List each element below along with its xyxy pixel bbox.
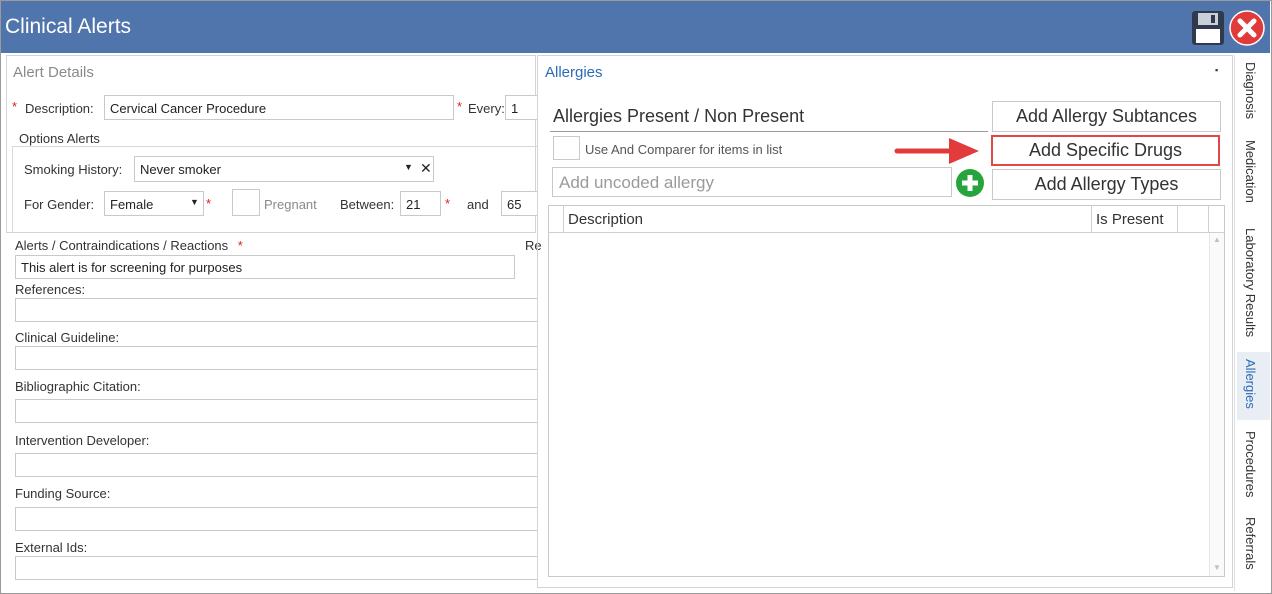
tab-procedures[interactable]: Procedures (1243, 431, 1258, 497)
funding-source-input[interactable] (15, 507, 537, 531)
age-to-input[interactable]: 65 (501, 191, 537, 216)
age-to-value: 65 (507, 197, 522, 212)
required-mark: * (457, 99, 463, 114)
funding-source-label: Funding Source: (15, 486, 111, 501)
divider (550, 131, 988, 132)
smoking-history-value: Never smoker (140, 162, 221, 177)
allergies-grid[interactable] (548, 205, 1225, 577)
required-mark: * (237, 238, 243, 253)
pregnant-checkbox[interactable] (232, 189, 260, 216)
contraindications-text: Alerts / Contraindications / Reactions (15, 238, 229, 253)
every-value: 1 (511, 101, 519, 116)
references-input[interactable] (15, 298, 537, 322)
tab-laboratory-results[interactable]: Laboratory Results (1243, 228, 1258, 337)
column-header-is-present[interactable]: Is Present (1096, 211, 1164, 228)
contraindications-label: Alerts / Contraindications / Reactions * (15, 238, 243, 253)
arrow-annotation-icon (893, 136, 983, 166)
gender-select[interactable]: Female ▼ (104, 191, 204, 216)
smoking-history-label: Smoking History: (24, 162, 123, 177)
comparer-label: Use And Comparer for items in list (585, 142, 783, 157)
caret-down-icon[interactable]: ▼ (404, 162, 413, 172)
grid-divider (563, 206, 564, 233)
smoking-history-select[interactable]: Never smoker ▼ ✕ (134, 156, 434, 182)
tab-referrals[interactable]: Referrals (1243, 517, 1258, 570)
required-mark: * (12, 99, 18, 114)
required-mark: * (445, 196, 451, 211)
grid-scrollbar[interactable]: ▲ ▼ (1209, 233, 1224, 576)
caret-down-icon[interactable]: ▼ (190, 197, 199, 207)
bibliographic-citation-input[interactable] (15, 399, 537, 423)
allergies-present-label: Allergies Present / Non Present (553, 106, 805, 126)
add-allergy-substances-button[interactable]: Add Allergy Subtances (992, 101, 1221, 132)
grid-divider (1177, 206, 1178, 233)
options-alerts-title: Options Alerts (16, 131, 103, 146)
pregnant-label: Pregnant (264, 197, 317, 212)
external-ids-input[interactable] (15, 556, 537, 580)
age-from-value: 21 (406, 197, 421, 212)
description-label: Description: (25, 101, 94, 116)
gender-value: Female (110, 197, 154, 212)
every-input[interactable]: 1 (505, 95, 537, 120)
add-circle-icon[interactable] (955, 168, 985, 198)
alert-details-title: Alert Details (13, 64, 94, 81)
title-bar (1, 1, 1270, 53)
tab-allergies[interactable]: Allergies (1243, 359, 1258, 409)
required-mark: * (206, 196, 212, 211)
close-icon[interactable] (1229, 10, 1265, 46)
add-specific-drugs-button[interactable]: Add Specific Drugs (991, 135, 1220, 166)
tab-medication[interactable]: Medication (1243, 140, 1258, 203)
clear-icon[interactable]: ✕ (420, 160, 432, 177)
gender-label: For Gender: (24, 197, 95, 212)
allergies-title: Allergies (545, 64, 603, 81)
age-from-input[interactable]: 21 (400, 191, 441, 216)
window-title: Clinical Alerts (5, 15, 132, 38)
contraindications-input[interactable]: This alert is for screening for purposes (15, 255, 515, 279)
clinical-guideline-label: Clinical Guideline: (15, 330, 120, 345)
scroll-down-icon[interactable]: ▼ (1213, 563, 1221, 572)
between-label: Between: (340, 197, 395, 212)
add-allergy-types-button[interactable]: Add Allergy Types (992, 169, 1221, 200)
description-input[interactable]: Cervical Cancer Procedure (104, 95, 454, 120)
and-label: and (467, 197, 489, 212)
contraindications-value: This alert is for screening for purposes (21, 260, 243, 275)
external-ids-label: External Ids: (15, 540, 88, 555)
description-value: Cervical Cancer Procedure (110, 101, 267, 116)
intervention-developer-input[interactable] (15, 453, 537, 477)
save-icon[interactable] (1191, 10, 1225, 46)
bibliographic-citation-label: Bibliographic Citation: (15, 379, 141, 394)
uncoded-allergy-placeholder: Add uncoded allergy (559, 173, 715, 192)
comparer-checkbox[interactable] (553, 136, 580, 160)
grid-divider (1091, 206, 1092, 233)
intervention-developer-label: Intervention Developer: (15, 433, 150, 448)
clinical-guideline-input[interactable] (15, 346, 537, 370)
every-label: Every: (468, 101, 505, 116)
grid-divider (1208, 206, 1209, 233)
pin-icon[interactable]: ▪ (1215, 65, 1218, 75)
references-label: References: (15, 282, 86, 297)
tab-diagnosis[interactable]: Diagnosis (1243, 62, 1258, 119)
scroll-up-icon[interactable]: ▲ (1213, 235, 1221, 244)
uncoded-allergy-input[interactable]: Add uncoded allergy (552, 167, 952, 197)
column-header-description[interactable]: Description (568, 211, 643, 228)
